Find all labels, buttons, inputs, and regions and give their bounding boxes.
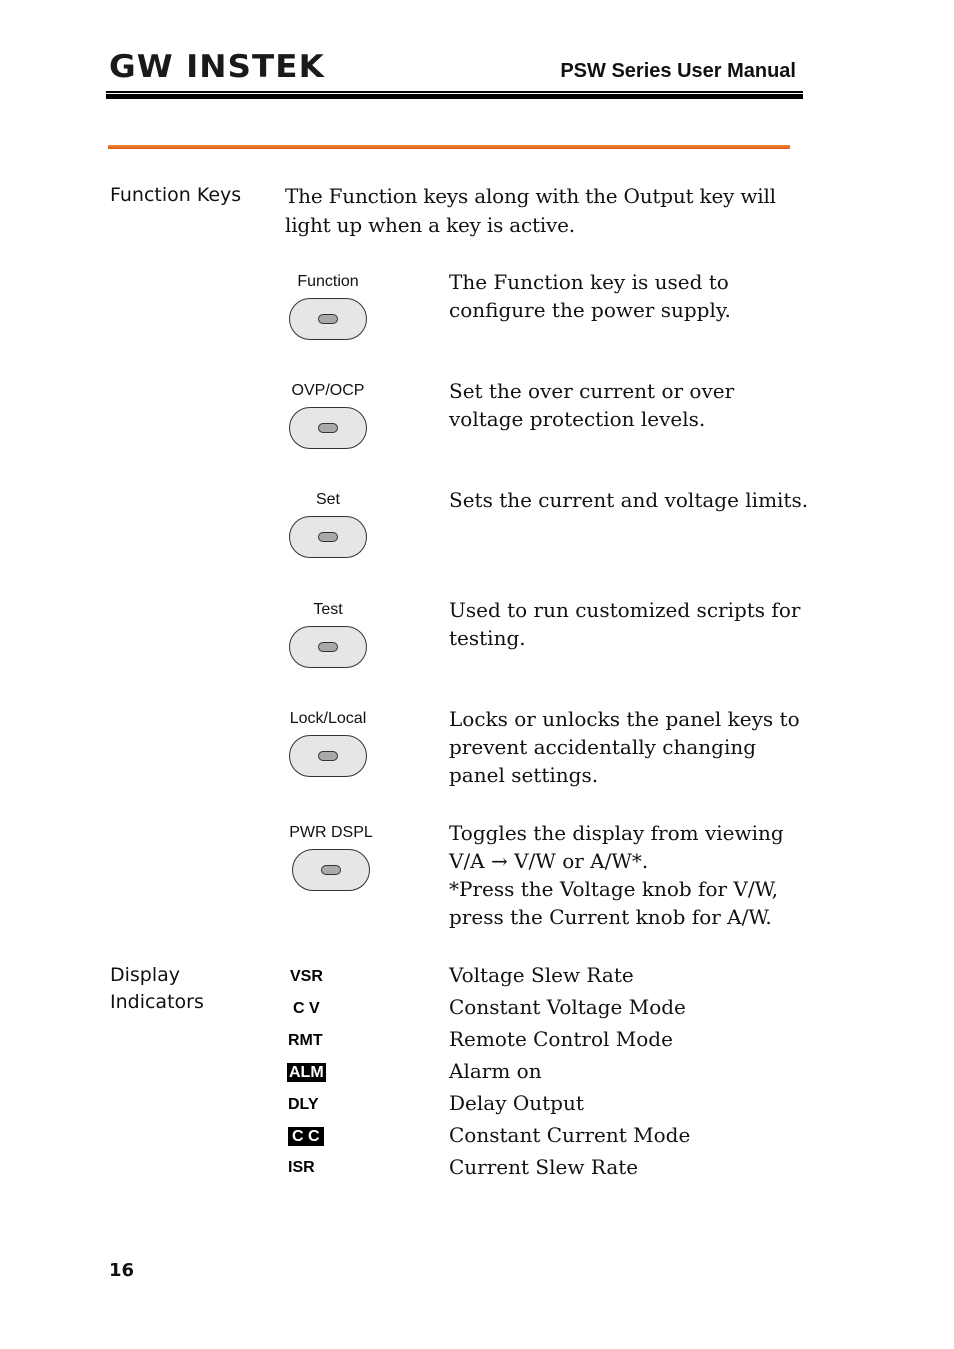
key-label: Set [315,491,340,508]
desc-line: voltage protection levels. [449,407,706,431]
key-description: Locks or unlocks the panel keys to preve… [449,705,800,789]
section-label-display-indicators: Display Indicators [110,962,204,1016]
indicator-description: Current Slew Rate [449,1155,639,1179]
desc-line: testing. [449,626,526,650]
key-description: The Function key is used to configure th… [449,268,731,324]
key-label: Function [297,273,359,290]
indicator-alm: ALM [287,1063,326,1082]
indicator-vsr: VSR [290,968,323,985]
key-label: PWR DSPL [289,824,373,841]
key-label: Test [313,601,343,618]
key-lock-local: Lock/Local [278,710,378,777]
indicator-description: Constant Voltage Mode [449,995,686,1019]
header-rule-thin [106,91,803,93]
page-number: 16 [109,1260,135,1281]
key-ovp-ocp: OVP/OCP [278,382,378,449]
ovp-ocp-key-button[interactable] [289,407,367,449]
indicator-description: Remote Control Mode [449,1027,673,1051]
indicator-cc: C C [288,1127,324,1146]
section-label-line: Display [110,964,181,986]
key-description: Toggles the display from viewing V/A → V… [449,819,784,931]
section-label-line: Indicators [110,991,204,1013]
indicator-description: Alarm on [449,1059,542,1083]
key-label: OVP/OCP [291,382,365,399]
desc-line: V/A → V/W or A/W*. [449,849,649,873]
manual-title: PSW Series User Manual [560,60,796,82]
intro-line: light up when a key is active. [285,212,575,237]
key-label: Lock/Local [289,710,367,727]
pwr-dspl-key-button[interactable] [292,849,370,891]
desc-line: Toggles the display from viewing [449,821,784,845]
led-indicator-icon [318,532,338,542]
indicator-isr: ISR [288,1159,315,1176]
key-set: Set [278,491,378,558]
desc-line: The Function key is used to [449,270,729,294]
desc-line: configure the power supply. [449,298,731,322]
section-label-function-keys: Function Keys [110,184,242,206]
key-pwr-dspl: PWR DSPL [281,824,381,891]
intro-line: The Function keys along with the Output … [285,184,776,208]
function-keys-intro: The Function keys along with the Output … [285,182,776,239]
indicator-dly: DLY [288,1096,319,1113]
led-indicator-icon [321,865,341,875]
header-rule-thick [106,94,803,99]
key-function: Function [278,273,378,340]
indicator-description: Delay Output [449,1091,584,1115]
led-indicator-icon [318,751,338,761]
set-key-button[interactable] [289,516,367,558]
indicator-description: Constant Current Mode [449,1123,691,1147]
led-indicator-icon [318,642,338,652]
gw-instek-logo: GW INSTEK [109,49,325,85]
desc-line: Sets the current and voltage limits. [449,488,809,512]
function-key-button[interactable] [289,298,367,340]
desc-line: panel settings. [449,763,599,787]
desc-line: press the Current knob for A/W. [449,905,772,929]
lock-local-key-button[interactable] [289,735,367,777]
desc-line: Used to run customized scripts for [449,598,801,622]
indicator-cv: C V [293,1000,320,1017]
test-key-button[interactable] [289,626,367,668]
indicator-description: Voltage Slew Rate [449,963,634,987]
key-test: Test [278,601,378,668]
led-indicator-icon [318,423,338,433]
indicator-rmt: RMT [288,1032,323,1049]
desc-line: Set the over current or over [449,379,735,403]
key-description: Used to run customized scripts for testi… [449,596,800,652]
key-description: Set the over current or over voltage pro… [449,377,734,433]
desc-line: Locks or unlocks the panel keys to [449,707,800,731]
desc-line: prevent accidentally changing [449,735,757,759]
key-description: Sets the current and voltage limits. [449,486,808,514]
led-indicator-icon [318,314,338,324]
section-divider [108,145,790,149]
desc-line: *Press the Voltage knob for V/W, [449,877,779,901]
